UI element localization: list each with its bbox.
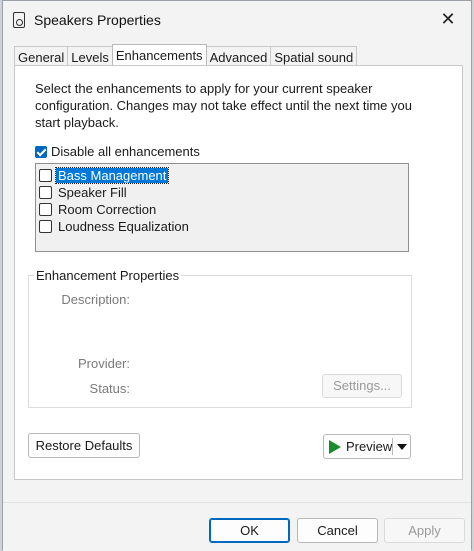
status-label: Status:	[89, 381, 130, 396]
restore-defaults-button[interactable]: Restore Defaults	[28, 433, 140, 458]
speakers-properties-dialog: Speakers Properties ✕ General Levels Enh…	[2, 0, 472, 551]
preview-split-button[interactable]: Preview	[323, 434, 411, 459]
tab-strip: General Levels Enhancements Advanced Spa…	[14, 44, 358, 66]
split-divider	[392, 438, 393, 455]
checkbox-icon[interactable]	[39, 220, 52, 233]
settings-button[interactable]: Settings...	[322, 374, 402, 398]
play-icon	[329, 439, 341, 454]
list-item-loudness-equalization[interactable]: Loudness Equalization	[39, 218, 191, 235]
tab-general[interactable]: General	[14, 46, 69, 65]
chevron-down-icon[interactable]	[397, 444, 407, 450]
list-item-label: Speaker Fill	[58, 185, 127, 200]
checkbox-icon[interactable]	[39, 186, 52, 199]
dialog-footer: OK Cancel Apply	[3, 502, 471, 551]
preview-label: Preview	[346, 439, 393, 454]
close-icon[interactable]: ✕	[433, 5, 463, 35]
disable-all-label: Disable all enhancements	[51, 144, 200, 159]
checkbox-icon[interactable]	[39, 169, 52, 182]
list-item-room-correction[interactable]: Room Correction	[39, 201, 158, 218]
tab-levels[interactable]: Levels	[67, 46, 113, 65]
list-item-label: Bass Management	[54, 167, 170, 184]
tab-enhancements[interactable]: Enhancements	[111, 44, 207, 65]
window-title: Speakers Properties	[34, 12, 161, 28]
checkbox-icon[interactable]	[39, 203, 52, 216]
tab-spatial-sound[interactable]: Spatial sound	[270, 46, 358, 65]
checkbox-checked-icon[interactable]	[35, 145, 47, 158]
list-item-label: Loudness Equalization	[58, 219, 189, 234]
list-item-label: Room Correction	[58, 202, 157, 217]
intro-text: Select the enhancements to apply for you…	[35, 81, 412, 130]
apply-button[interactable]: Apply	[384, 518, 465, 543]
enhancements-panel: Select the enhancements to apply for you…	[14, 65, 463, 480]
enhancements-list[interactable]: Bass Management Speaker Fill Room Correc…	[35, 163, 409, 252]
description-label: Description:	[61, 292, 130, 307]
disable-all-enhancements-checkbox[interactable]: Disable all enhancements	[35, 144, 200, 159]
list-item-bass-management[interactable]: Bass Management	[39, 167, 170, 184]
speaker-app-icon	[13, 12, 25, 28]
list-item-speaker-fill[interactable]: Speaker Fill	[39, 184, 129, 201]
ok-button[interactable]: OK	[209, 518, 290, 543]
provider-label: Provider:	[77, 356, 130, 371]
title-bar[interactable]: Speakers Properties ✕	[3, 1, 471, 39]
tab-advanced[interactable]: Advanced	[205, 46, 272, 65]
cancel-button[interactable]: Cancel	[297, 518, 378, 543]
enhancement-properties-label: Enhancement Properties	[34, 268, 182, 283]
